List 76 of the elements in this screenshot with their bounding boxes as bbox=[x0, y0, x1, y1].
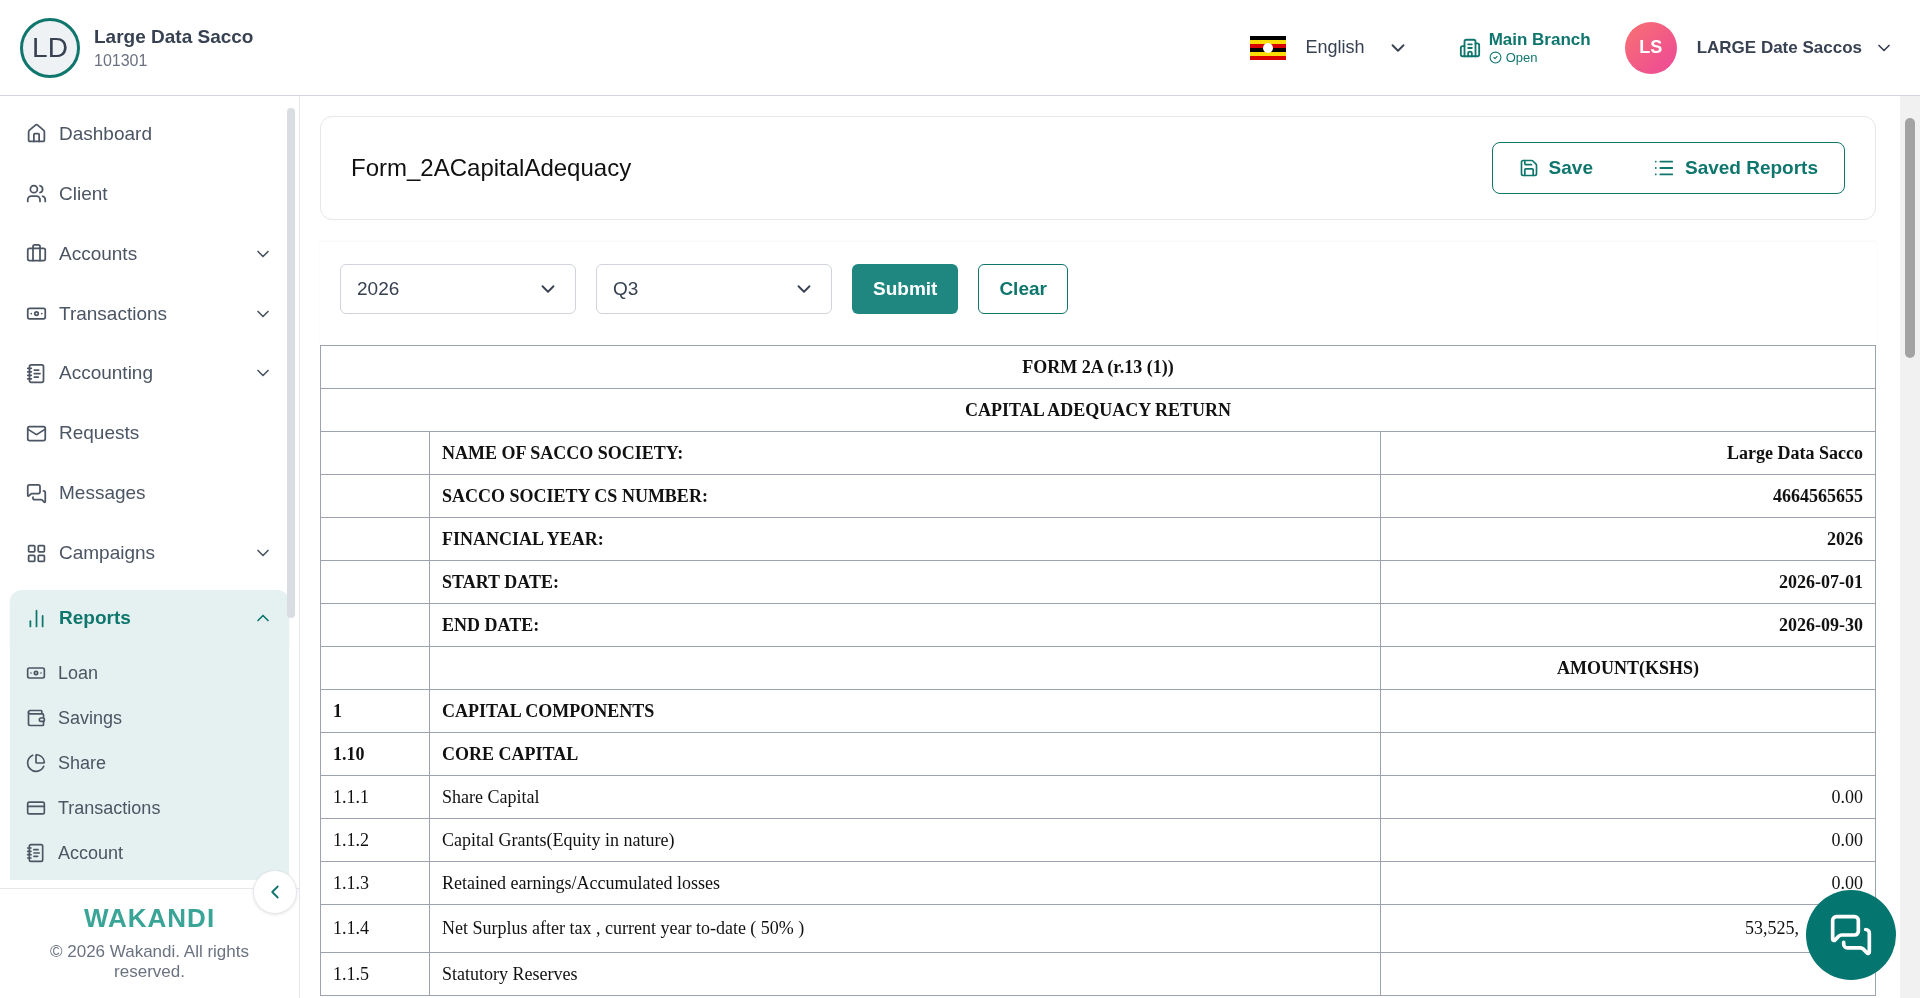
branch-name: Main Branch bbox=[1488, 30, 1591, 50]
table-cell: Retained earnings/Accumulated losses bbox=[429, 861, 1381, 905]
sidebar-subitem[interactable]: Transactions bbox=[10, 785, 289, 831]
table-cell: 4664565655 bbox=[1380, 474, 1876, 518]
table-cell: 1.10 bbox=[320, 732, 430, 776]
collapse-button[interactable] bbox=[253, 870, 297, 914]
table-title: CAPITAL ADEQUACY RETURN bbox=[320, 388, 1876, 432]
table-cell: START DATE: bbox=[429, 560, 1381, 604]
table-cell: Statutory Reserves bbox=[429, 952, 1381, 996]
sidebar-item[interactable]: Dashboard bbox=[10, 104, 289, 164]
chat-icon bbox=[26, 482, 47, 504]
sidebar-item[interactable]: Requests bbox=[10, 403, 289, 464]
table-cell: Share Capital bbox=[429, 775, 1381, 819]
user-menu[interactable]: LARGE Date Saccos bbox=[1690, 36, 1900, 59]
table-cell: FINANCIAL YEAR: bbox=[429, 517, 1381, 561]
table-cell: 1.1.5 bbox=[320, 952, 430, 996]
table-cell: Net Surplus after tax , current year to-date ( 50% ) bbox=[429, 904, 1381, 953]
table-cell: Large Data Sacco bbox=[1380, 431, 1876, 475]
sidebar-item[interactable]: Messages bbox=[10, 463, 289, 524]
chat-icon bbox=[1829, 913, 1873, 957]
org-code: 101301 bbox=[94, 51, 149, 70]
table-cell: NAME OF SACCO SOCIETY: bbox=[429, 431, 1381, 475]
sidebar-subitem[interactable]: Loan bbox=[10, 650, 289, 696]
sidebar-subitem[interactable]: Share bbox=[10, 740, 289, 786]
saved-reports-button[interactable]: Saved Reports bbox=[1646, 156, 1824, 180]
branch-status: Open bbox=[1488, 50, 1591, 65]
table-cell: 2026-07-01 bbox=[1380, 560, 1876, 604]
sidebar-item[interactable]: Client bbox=[10, 163, 289, 224]
table-cell: CAPITAL COMPONENTS bbox=[429, 689, 1381, 733]
sidebar-subitem[interactable]: Savings bbox=[10, 695, 289, 741]
brand-logo: WAKANDI bbox=[82, 903, 217, 934]
sidebar-item[interactable]: Transactions bbox=[10, 283, 289, 344]
year-select[interactable]: 2026 bbox=[340, 264, 576, 314]
table-cell: Capital Grants(Equity in nature) bbox=[429, 818, 1381, 862]
sidebar-item[interactable]: Accounting bbox=[10, 343, 289, 404]
quarter-select[interactable]: Q3 bbox=[596, 264, 832, 314]
table-cell: 1.1.1 bbox=[320, 775, 430, 819]
building-icon bbox=[1458, 36, 1481, 59]
save-button[interactable]: Save bbox=[1512, 156, 1599, 180]
pie-chart-icon bbox=[26, 753, 46, 774]
org-name: Large Data Sacco bbox=[94, 25, 254, 48]
table-cell: END DATE: bbox=[429, 603, 1381, 647]
save-icon bbox=[1518, 158, 1539, 178]
table-title: FORM 2A (r.13 (1)) bbox=[320, 345, 1876, 389]
column-header: AMOUNT(KSHS) bbox=[1380, 646, 1876, 690]
table-cell: 1.1.2 bbox=[320, 818, 430, 862]
sidebar-item[interactable]: Accounts bbox=[10, 223, 289, 284]
org-avatar: LD bbox=[20, 17, 80, 78]
table-cell: CORE CAPITAL bbox=[429, 732, 1381, 776]
check-circle-icon bbox=[1488, 51, 1502, 64]
page-title: Form_2ACapitalAdequacy bbox=[351, 154, 632, 182]
submit-button[interactable]: Submit bbox=[852, 264, 959, 314]
scrollbar[interactable] bbox=[287, 108, 295, 618]
table-cell: 1.1.3 bbox=[320, 861, 430, 905]
table-cell: 1.1.4 bbox=[320, 904, 430, 953]
scrollbar[interactable] bbox=[1900, 96, 1920, 998]
sidebar-item[interactable]: Campaigns bbox=[10, 523, 289, 583]
flag-icon bbox=[1249, 35, 1286, 60]
table-cell: SACCO SOCIETY CS NUMBER: bbox=[429, 474, 1381, 518]
table-cell: 1 bbox=[320, 689, 430, 733]
table-cell: 0.00 bbox=[1380, 818, 1876, 862]
notebook-icon bbox=[26, 362, 47, 384]
clear-button[interactable]: Clear bbox=[978, 264, 1068, 314]
wallet-icon bbox=[26, 708, 46, 729]
grid-icon bbox=[26, 542, 47, 564]
table-cell: 2026 bbox=[1380, 517, 1876, 561]
table-cell: 2026-09-30 bbox=[1380, 603, 1876, 647]
table-cell: 0.00 bbox=[1380, 775, 1876, 819]
copyright-text: © 2026 Wakandi. All rights reserved. bbox=[49, 942, 250, 982]
users-icon bbox=[26, 183, 47, 205]
user-avatar: LS bbox=[1624, 21, 1677, 74]
home-icon bbox=[26, 123, 47, 145]
language-select[interactable]: English bbox=[1299, 35, 1415, 60]
notebook-icon bbox=[26, 843, 46, 864]
sidebar-item[interactable]: Reports bbox=[10, 590, 289, 647]
sidebar-subitem[interactable]: Account bbox=[10, 830, 289, 876]
